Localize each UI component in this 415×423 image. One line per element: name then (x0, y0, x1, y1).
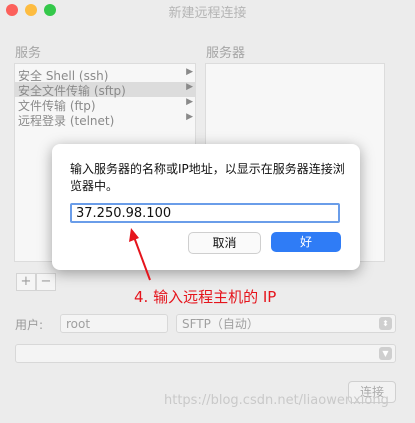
new-remote-connection-window: 新建远程连接 服务 服务器 安全 Shell (ssh) ▶ 安全文件传输 (s… (0, 0, 415, 423)
watermark-text: https://blog.csdn.net/liaowenxiong (164, 393, 389, 408)
annotation-text: 4. 输入远程主机的 IP (134, 288, 277, 306)
annotation-arrow-icon (129, 228, 151, 281)
